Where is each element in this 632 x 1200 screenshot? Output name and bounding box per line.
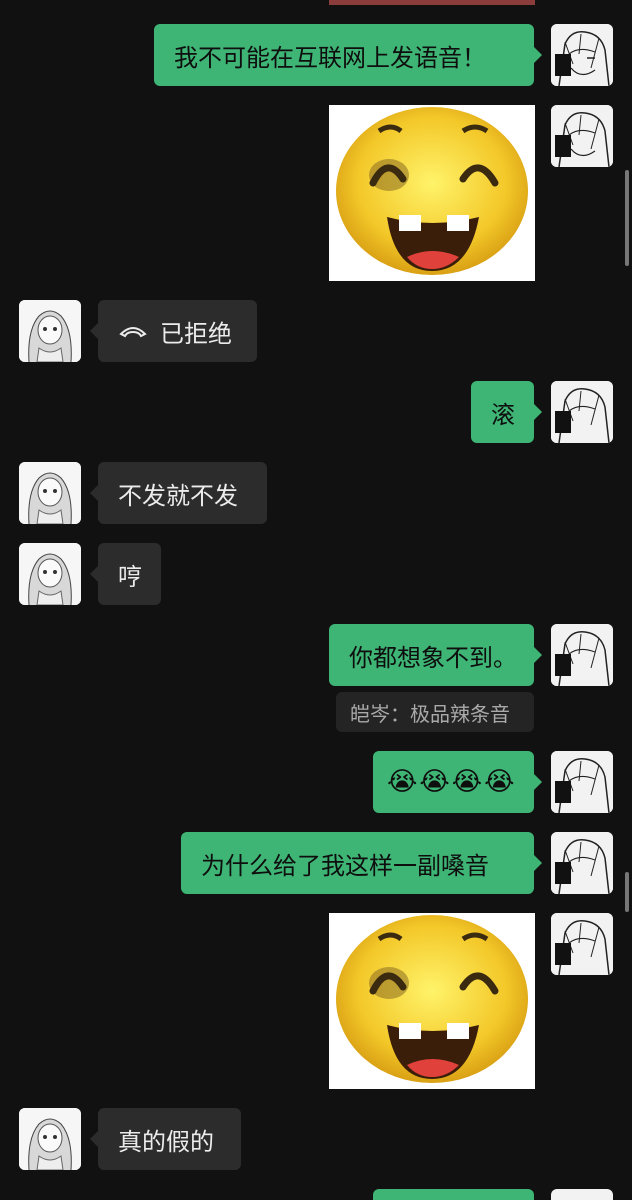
- message-bubble-outgoing[interactable]: 😭 😭 😭 😭: [373, 751, 542, 813]
- avatar-self[interactable]: [551, 832, 613, 894]
- message-text: 你都想象不到。: [349, 643, 517, 672]
- message-bubble-outgoing[interactable]: 你都想象不到。: [329, 624, 542, 686]
- avatar-other[interactable]: [19, 462, 81, 524]
- manga-portrait-icon: [551, 24, 613, 86]
- scrollbar-thumb[interactable]: [625, 170, 629, 266]
- avatar-self[interactable]: [551, 913, 613, 975]
- avatar-self[interactable]: [551, 751, 613, 813]
- anime-girl-icon: [19, 543, 81, 605]
- scrollbar-thumb[interactable]: [625, 872, 629, 912]
- message-bubble-incoming[interactable]: 哼: [90, 543, 161, 605]
- crying-face-icon: 😭: [419, 767, 450, 797]
- message-text: 为什么给了我这样一副嗓音: [201, 851, 489, 880]
- quoted-message[interactable]: 皑岑：极品辣条音: [336, 692, 534, 732]
- avatar-other[interactable]: [19, 543, 81, 605]
- sticker-partial-top[interactable]: [329, 0, 535, 5]
- avatar-self[interactable]: [551, 624, 613, 686]
- call-status-text: 已拒绝: [160, 319, 232, 348]
- avatar-other[interactable]: [19, 1108, 81, 1170]
- avatar-other[interactable]: [19, 300, 81, 362]
- message-text: 哼: [118, 562, 142, 591]
- message-bubble-outgoing[interactable]: 为什么给了我这样一副嗓音: [181, 832, 542, 894]
- message-bubble-incoming[interactable]: 真的假的: [90, 1108, 241, 1170]
- crying-face-icon: 😭: [387, 767, 418, 797]
- avatar-self[interactable]: [551, 24, 613, 86]
- hangup-phone-icon: [118, 323, 148, 339]
- laughing-face-sticker-icon: [329, 105, 535, 281]
- emoji-row: 😭 😭 😭 😭: [387, 767, 515, 797]
- message-bubble-incoming[interactable]: 不发就不发: [90, 462, 267, 524]
- avatar-self-partial[interactable]: [551, 1189, 613, 1200]
- message-text: 我不可能在互联网上发语音！: [174, 43, 486, 72]
- message-bubble-outgoing-partial[interactable]: [373, 1189, 534, 1200]
- crying-face-icon: 😭: [451, 767, 483, 797]
- sticker-message[interactable]: [329, 913, 535, 1089]
- avatar-self[interactable]: [551, 381, 613, 443]
- manga-portrait-icon: [551, 913, 613, 975]
- manga-portrait-icon: [551, 624, 613, 686]
- avatar-self[interactable]: [551, 105, 613, 167]
- manga-portrait-icon: [551, 832, 613, 894]
- message-text: 不发就不发: [118, 481, 238, 510]
- sticker-message[interactable]: [329, 105, 535, 281]
- manga-portrait-icon: [551, 751, 613, 813]
- anime-girl-icon: [19, 1108, 81, 1170]
- message-text: 真的假的: [118, 1127, 214, 1156]
- message-bubble-outgoing[interactable]: 我不可能在互联网上发语音！: [154, 24, 542, 86]
- quoted-message-text: 皑岑：极品辣条音: [350, 701, 510, 726]
- manga-portrait-icon: [551, 105, 613, 167]
- anime-girl-icon: [19, 462, 81, 524]
- message-bubble-incoming-call[interactable]: 已拒绝: [90, 300, 257, 362]
- message-text: 滚: [491, 400, 515, 429]
- crying-face-icon: 😭: [484, 767, 515, 797]
- manga-portrait-icon: [551, 381, 613, 443]
- message-bubble-outgoing[interactable]: 滚: [471, 381, 542, 443]
- laughing-face-sticker-icon: [329, 913, 535, 1089]
- anime-girl-icon: [19, 300, 81, 362]
